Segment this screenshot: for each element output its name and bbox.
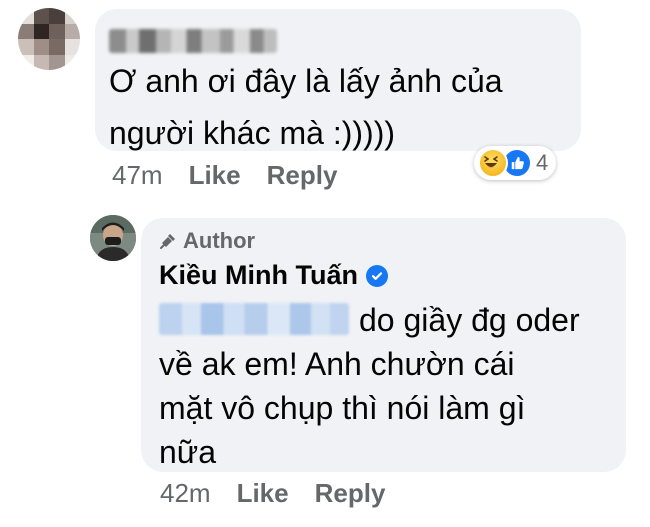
comment-text: Ơ anh ơi đây là lấy ảnh của người khác m… [109,63,503,151]
reply-text-block: do giầy đg oder về ak em! Anh chườn cái … [159,298,619,474]
comment-timestamp[interactable]: 47m [112,160,163,191]
commenter-avatar[interactable] [18,8,80,70]
comment-thread: Ơ anh ơi đây là lấy ảnh của người khác m… [0,0,650,527]
reaction-count: 4 [536,150,549,175]
mention-redacted[interactable] [159,303,349,335]
comment-bubble: Ơ anh ơi đây là lấy ảnh của người khác m… [95,9,581,151]
author-avatar[interactable] [90,215,136,261]
haha-icon [478,148,508,178]
reply-button[interactable]: Reply [267,160,338,191]
reaction-summary[interactable]: 4 [474,146,557,180]
reply-actions: 42m Like Reply [160,478,385,509]
author-name-row: Kiều Minh Tuấn [159,260,388,291]
like-button[interactable]: Like [189,160,241,191]
reply-reply-button[interactable]: Reply [315,478,386,509]
microphone-icon [160,234,175,249]
reply-bubble: Author Kiều Minh Tuấn do giầy đg oder về… [141,218,626,472]
author-badge-label: Author [183,228,256,253]
verified-icon [365,264,388,287]
commenter-name-redacted[interactable] [109,29,277,53]
reply-like-button[interactable]: Like [237,478,289,509]
reply-timestamp[interactable]: 42m [160,478,211,509]
author-badge: Author [159,228,255,254]
comment-actions: 47m Like Reply [112,160,337,191]
author-name[interactable]: Kiều Minh Tuấn [159,260,358,291]
